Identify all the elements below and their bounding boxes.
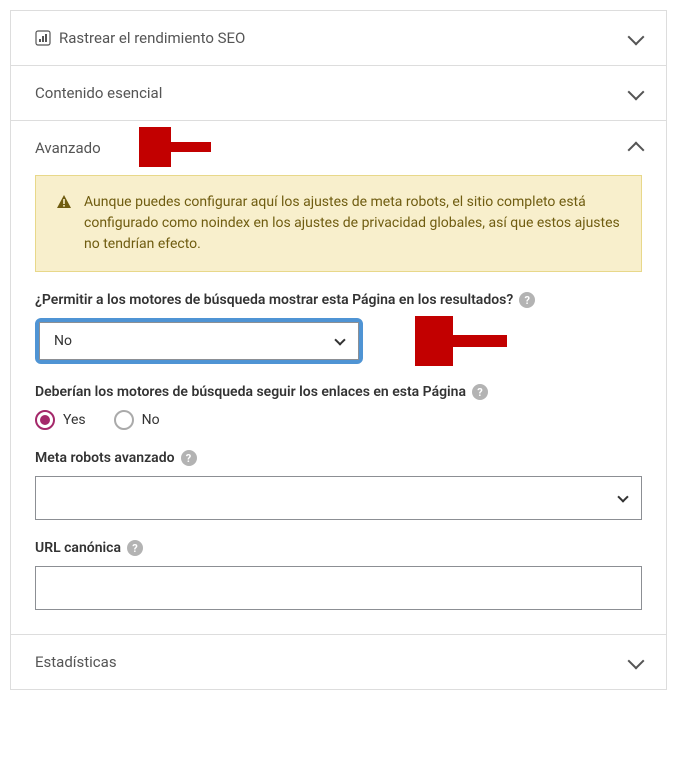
section-title: Avanzado	[35, 139, 101, 157]
meta-robots-label-row: Meta robots avanzado ?	[35, 450, 642, 466]
meta-robots-select[interactable]	[35, 476, 642, 520]
section-header-essential[interactable]: Contenido esencial	[11, 66, 666, 120]
help-icon[interactable]: ?	[181, 450, 197, 466]
radio-label: No	[142, 412, 160, 428]
warning-text: Aunque puedes configurar aquí los ajuste…	[84, 192, 621, 255]
field-follow-links: Deberían los motores de búsqueda seguir …	[35, 384, 642, 430]
field-label-text: Meta robots avanzado	[35, 450, 175, 466]
analytics-icon	[35, 30, 51, 46]
chevron-up-icon	[628, 142, 645, 159]
section-header-seo-tracking[interactable]: Rastrear el rendimiento SEO	[11, 11, 666, 65]
field-label-text: Deberían los motores de búsqueda seguir …	[35, 384, 466, 400]
radio-label: Yes	[63, 412, 86, 428]
section-title: Rastrear el rendimiento SEO	[59, 29, 245, 47]
follow-links-radio-group: Yes No	[35, 410, 642, 430]
section-title: Estadísticas	[35, 653, 117, 671]
allow-search-label-row: ¿Permitir a los motores de búsqueda most…	[35, 292, 642, 308]
allow-search-select[interactable]: No	[39, 322, 359, 360]
field-canonical-url: URL canónica ?	[35, 540, 642, 610]
section-header-advanced[interactable]: Avanzado	[11, 121, 666, 175]
advanced-body: Aunque puedes configurar aquí los ajuste…	[11, 175, 666, 634]
chevron-down-icon	[628, 653, 645, 670]
field-meta-robots: Meta robots avanzado ?	[35, 450, 642, 520]
select-focus-ring: No	[35, 318, 363, 364]
section-header-stats[interactable]: Estadísticas	[11, 635, 666, 689]
radio-button-icon	[35, 410, 55, 430]
section-seo-tracking: Rastrear el rendimiento SEO	[11, 11, 666, 66]
section-advanced: Avanzado Aunque pue	[11, 121, 666, 635]
chevron-down-icon	[334, 334, 345, 345]
radio-yes[interactable]: Yes	[35, 410, 86, 430]
chevron-down-icon	[628, 84, 645, 101]
radio-no[interactable]: No	[114, 410, 160, 430]
field-allow-search: ¿Permitir a los motores de búsqueda most…	[35, 292, 642, 364]
field-label-text: ¿Permitir a los motores de búsqueda most…	[35, 292, 513, 308]
chevron-down-icon	[628, 29, 645, 46]
section-essential-content: Contenido esencial	[11, 66, 666, 121]
annotation-arrow	[415, 316, 515, 366]
warning-icon	[56, 194, 72, 255]
section-title: Contenido esencial	[35, 84, 162, 102]
help-icon[interactable]: ?	[519, 292, 535, 308]
field-label-text: URL canónica	[35, 540, 121, 556]
noindex-warning: Aunque puedes configurar aquí los ajuste…	[35, 175, 642, 272]
radio-button-icon	[114, 410, 134, 430]
section-stats: Estadísticas	[11, 635, 666, 689]
seo-metabox: Rastrear el rendimiento SEO Contenido es…	[10, 10, 667, 690]
follow-links-label-row: Deberían los motores de búsqueda seguir …	[35, 384, 642, 400]
chevron-down-icon	[617, 491, 628, 502]
canonical-url-input[interactable]	[35, 566, 642, 610]
canonical-label-row: URL canónica ?	[35, 540, 642, 556]
help-icon[interactable]: ?	[472, 384, 488, 400]
select-value: No	[54, 333, 72, 349]
help-icon[interactable]: ?	[127, 540, 143, 556]
